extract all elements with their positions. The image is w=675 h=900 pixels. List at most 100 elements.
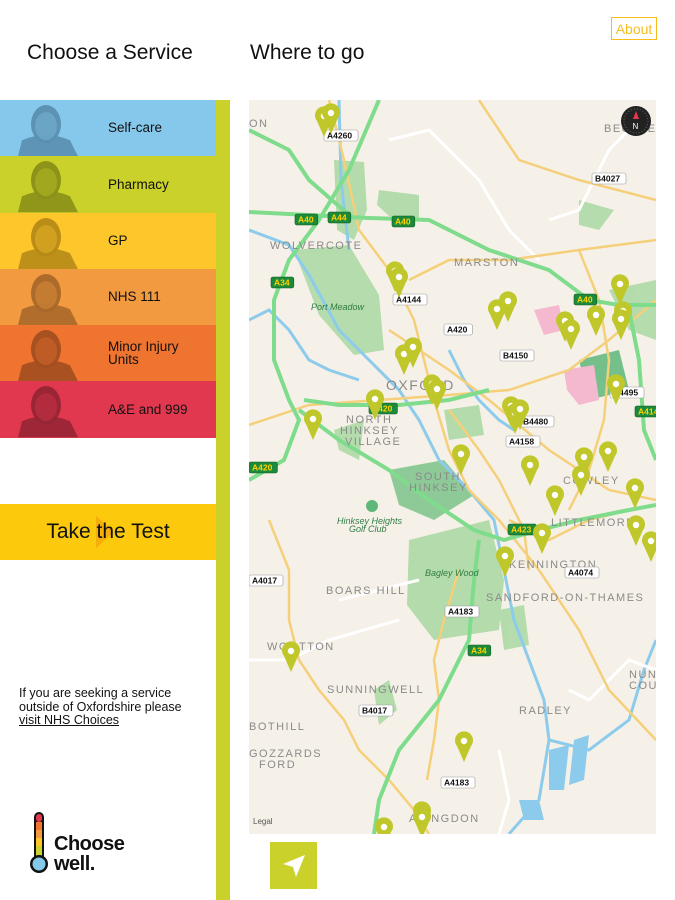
road-shield-white: A4183 bbox=[440, 776, 476, 789]
svg-text:A420: A420 bbox=[447, 325, 468, 335]
svg-text:A4183: A4183 bbox=[444, 778, 469, 788]
service-label: Self-care bbox=[108, 120, 163, 136]
road-shield-white: A4260 bbox=[323, 129, 359, 142]
about-button[interactable]: About bbox=[611, 17, 657, 40]
svg-text:A40: A40 bbox=[577, 295, 593, 305]
person-sneezing-photo bbox=[0, 100, 92, 157]
map-pin[interactable] bbox=[282, 641, 300, 672]
road-shield-green: A420 bbox=[249, 461, 278, 474]
map-pin[interactable] bbox=[607, 374, 625, 405]
svg-text:MARSTON: MARSTON bbox=[454, 257, 519, 269]
svg-text:A420: A420 bbox=[252, 463, 273, 473]
road-shield-green: A34 bbox=[467, 644, 492, 657]
svg-text:SUNNINGWELL: SUNNINGWELL bbox=[327, 684, 424, 696]
svg-text:A44: A44 bbox=[331, 213, 347, 223]
person-coughing-photo bbox=[0, 156, 92, 213]
svg-text:COWLEY: COWLEY bbox=[563, 475, 620, 487]
person-on-phone-photo bbox=[0, 268, 92, 326]
outside-oxfordshire-notice: If you are seeking a service outside of … bbox=[19, 686, 209, 728]
svg-text:VILLAGE: VILLAGE bbox=[345, 436, 401, 448]
svg-text:WOLVERCOTE: WOLVERCOTE bbox=[270, 240, 362, 252]
svg-text:HINKSEY: HINKSEY bbox=[409, 482, 468, 494]
thermometer-icon bbox=[30, 812, 48, 873]
road-shield-green: A44 bbox=[327, 211, 352, 224]
road-shield-green: A423 bbox=[507, 523, 537, 536]
svg-text:A4142: A4142 bbox=[638, 407, 656, 417]
choose-service-title: Choose a Service bbox=[27, 41, 193, 64]
person-headache-photo bbox=[0, 212, 92, 269]
road-shield-white: B4150 bbox=[499, 349, 535, 362]
svg-text:A40: A40 bbox=[298, 215, 314, 225]
map-pin[interactable] bbox=[428, 379, 446, 410]
service-self-care[interactable]: Self-care bbox=[0, 100, 216, 157]
divider-strip bbox=[216, 100, 230, 900]
location-arrow-icon bbox=[282, 854, 305, 877]
service-pharmacy[interactable]: Pharmacy bbox=[0, 156, 216, 213]
svg-text:ON: ON bbox=[249, 118, 269, 130]
svg-text:B4480: B4480 bbox=[523, 417, 548, 427]
svg-text:A34: A34 bbox=[274, 278, 290, 288]
svg-text:WOOTTON: WOOTTON bbox=[267, 641, 335, 653]
road-shield-white: A4158 bbox=[505, 435, 541, 448]
logo-word-choose: Choose bbox=[54, 833, 125, 855]
golf-icon bbox=[366, 500, 378, 512]
service-nhs-111[interactable]: NHS 111 bbox=[0, 268, 216, 326]
person-serious-photo bbox=[0, 381, 92, 438]
map-canvas[interactable]: ON WOLVERCOTE MARSTON OXFORD NORTH HINKS… bbox=[249, 100, 656, 834]
svg-text:BOTHILL: BOTHILL bbox=[249, 721, 305, 733]
logo-word-well: well. bbox=[54, 853, 95, 875]
service-minor-injury-units[interactable]: Minor Injury Units bbox=[0, 325, 216, 382]
svg-text:COURTENAY: COURTENAY bbox=[629, 680, 656, 692]
svg-text:A4183: A4183 bbox=[448, 607, 473, 617]
map-pin[interactable] bbox=[587, 305, 605, 336]
take-the-test-label: Take the Test bbox=[46, 520, 170, 543]
map-pin[interactable] bbox=[413, 807, 431, 834]
service-label: Pharmacy bbox=[108, 176, 169, 192]
map-pin[interactable] bbox=[642, 531, 656, 562]
locate-me-button[interactable] bbox=[270, 842, 317, 889]
map-pin[interactable] bbox=[521, 455, 539, 486]
map-view[interactable]: ON WOLVERCOTE MARSTON OXFORD NORTH HINKS… bbox=[249, 100, 656, 834]
svg-text:SANDFORD-ON-THAMES: SANDFORD-ON-THAMES bbox=[486, 592, 644, 604]
map-pin[interactable] bbox=[304, 409, 322, 440]
map-pin[interactable] bbox=[626, 478, 644, 509]
svg-text:Bagley Wood: Bagley Wood bbox=[425, 568, 480, 578]
svg-text:A40: A40 bbox=[395, 217, 411, 227]
lakes bbox=[519, 735, 589, 820]
road-shield-white: A4183 bbox=[444, 605, 480, 618]
map-pin[interactable] bbox=[390, 267, 408, 298]
service-label: Minor Injury Units bbox=[108, 338, 179, 368]
road-shield-white: A420 bbox=[443, 323, 473, 336]
map-pin[interactable] bbox=[599, 441, 617, 472]
road-shield-white: A4074 bbox=[564, 566, 600, 579]
road-shield-white: A4017 bbox=[249, 574, 284, 587]
svg-text:B4027: B4027 bbox=[595, 174, 620, 184]
service-label: GP bbox=[108, 232, 128, 248]
svg-text:Legal: Legal bbox=[253, 817, 273, 826]
map-pin[interactable] bbox=[455, 731, 473, 762]
compass-icon[interactable]: N bbox=[621, 106, 651, 136]
svg-text:FORD: FORD bbox=[259, 759, 296, 771]
map-pin[interactable] bbox=[562, 319, 580, 350]
road-shield-white: B4027 bbox=[591, 172, 627, 185]
service-gp[interactable]: GP bbox=[0, 212, 216, 269]
map-pin[interactable] bbox=[572, 465, 590, 496]
take-the-test-button[interactable]: Take the Test bbox=[0, 504, 216, 560]
road-shield-green: A40 bbox=[391, 215, 416, 228]
road-shield-green: A40 bbox=[294, 213, 319, 226]
road-shield-green: A4142 bbox=[634, 405, 656, 418]
map-pin[interactable] bbox=[533, 523, 551, 554]
svg-text:RADLEY: RADLEY bbox=[519, 705, 572, 717]
road-shield-green: A34 bbox=[270, 276, 295, 289]
svg-text:A4017: A4017 bbox=[252, 576, 277, 586]
service-a-and-e[interactable]: A&E and 999 bbox=[0, 381, 216, 438]
notice-text: If you are seeking a service outside of … bbox=[19, 686, 182, 714]
svg-text:LITTLEMORE: LITTLEMORE bbox=[551, 517, 635, 529]
svg-text:A4074: A4074 bbox=[568, 568, 593, 578]
visit-nhs-choices-link[interactable]: visit NHS Choices bbox=[19, 713, 119, 727]
choose-well-logo: Choose well. bbox=[30, 810, 150, 876]
person-shoulder-pain-photo bbox=[0, 325, 92, 382]
svg-text:N: N bbox=[633, 122, 639, 131]
map-pin[interactable] bbox=[546, 485, 564, 516]
svg-text:B4017: B4017 bbox=[362, 706, 387, 716]
